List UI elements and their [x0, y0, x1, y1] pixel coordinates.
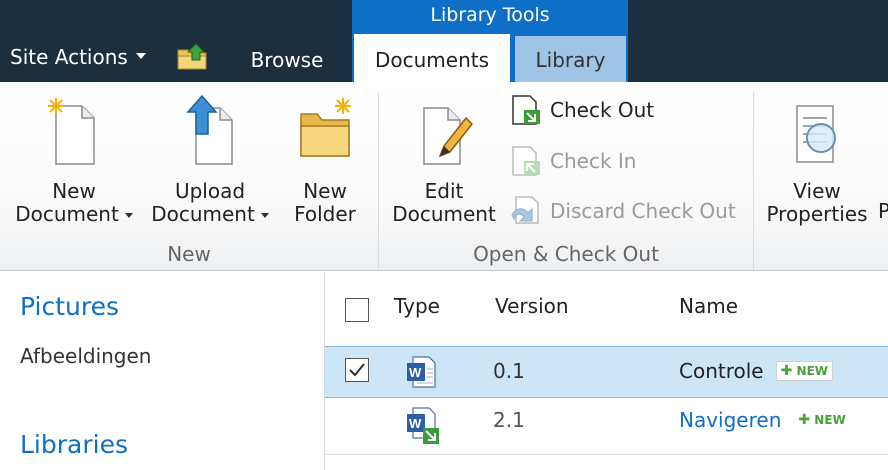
upload-document-line1: Upload — [174, 179, 246, 203]
new-badge: ✚ NEW — [775, 360, 834, 381]
group-label-new: New — [167, 242, 211, 266]
cutoff-button-label: P — [878, 200, 888, 223]
edit-document-button[interactable]: Edit Document — [388, 94, 500, 226]
upload-document-icon — [180, 94, 240, 170]
column-header-type[interactable]: Type — [394, 294, 440, 318]
new-folder-line1: New — [303, 179, 347, 203]
edit-document-line2: Document — [392, 202, 496, 226]
row-checkbox[interactable] — [345, 358, 369, 382]
tab-browse[interactable]: Browse — [228, 34, 346, 82]
discard-check-out-icon — [510, 195, 542, 227]
chevron-down-icon — [124, 213, 133, 218]
new-plus-icon: ✚ — [780, 362, 793, 379]
new-document-button[interactable]: New Document — [10, 94, 138, 226]
check-in-button[interactable]: Check In — [510, 143, 636, 179]
new-document-line1: New — [52, 179, 96, 203]
column-header-version[interactable]: Version — [495, 294, 569, 318]
check-in-icon — [510, 145, 542, 177]
check-out-icon — [510, 94, 542, 126]
new-document-icon — [44, 94, 104, 170]
check-out-label: Check Out — [550, 98, 655, 122]
new-badge: ✚ NEW — [793, 409, 851, 430]
ql-heading-libraries[interactable]: Libraries — [20, 430, 128, 459]
row-name-link[interactable]: Navigeren ✚ NEW — [679, 408, 851, 432]
document-list: Type Version Name W 0.1 Controle ✚ NEW W — [325, 272, 888, 470]
table-row[interactable]: W 0.1 Controle ✚ NEW — [325, 346, 888, 398]
new-badge-label: NEW — [814, 412, 846, 427]
group-label-open-check-out: Open & Check Out — [473, 242, 659, 266]
site-actions-label: Site Actions — [10, 45, 128, 69]
svg-text:W: W — [409, 365, 422, 380]
discard-check-out-button[interactable]: Discard Check Out — [510, 193, 736, 229]
ql-heading-pictures[interactable]: Pictures — [20, 292, 119, 321]
edit-document-line1: Edit — [424, 179, 464, 203]
view-properties-icon — [787, 94, 847, 170]
new-badge-label: NEW — [796, 363, 829, 378]
view-properties-line2: Properties — [766, 202, 868, 226]
edit-document-icon — [414, 94, 474, 170]
new-folder-line2: Folder — [294, 202, 356, 226]
new-folder-icon — [295, 94, 355, 170]
column-header-name[interactable]: Name — [679, 294, 738, 318]
navigate-up-folder-icon[interactable] — [176, 40, 210, 72]
svg-text:W: W — [409, 416, 422, 431]
word-document-icon: W — [405, 355, 437, 393]
view-properties-button[interactable]: View Properties — [762, 94, 872, 226]
chevron-down-icon — [260, 213, 269, 218]
row-name: Navigeren — [679, 408, 782, 432]
upload-document-line2: Document — [151, 202, 255, 226]
ql-item-afbeeldingen[interactable]: Afbeeldingen — [20, 344, 151, 368]
row-version: 2.1 — [493, 408, 525, 432]
check-in-label: Check In — [550, 149, 637, 173]
tab-library[interactable]: Library — [515, 36, 626, 82]
word-checked-out-document-icon: W — [405, 406, 441, 450]
group-separator — [753, 92, 754, 270]
table-row[interactable]: W 2.1 Navigeren ✚ NEW — [325, 398, 888, 455]
tab-documents[interactable]: Documents — [354, 34, 510, 84]
discard-check-out-label: Discard Check Out — [550, 199, 736, 223]
library-tools-label: Library Tools — [352, 0, 628, 34]
new-plus-icon: ✚ — [798, 411, 811, 428]
site-actions-menu[interactable]: Site Actions — [10, 42, 146, 72]
check-out-button[interactable]: Check Out — [510, 92, 654, 128]
new-folder-button[interactable]: New Folder — [282, 94, 368, 226]
view-properties-line1: View — [793, 179, 841, 203]
select-all-checkbox[interactable] — [345, 298, 369, 322]
upload-document-button[interactable]: Upload Document — [146, 94, 274, 226]
row-name-link[interactable]: Controle ✚ NEW — [679, 359, 834, 383]
row-version: 0.1 — [493, 359, 525, 383]
new-document-line2: Document — [15, 202, 119, 226]
row-name: Controle — [679, 359, 764, 383]
chevron-down-icon — [135, 52, 146, 59]
quick-launch: Pictures Afbeeldingen Libraries — [0, 272, 325, 470]
